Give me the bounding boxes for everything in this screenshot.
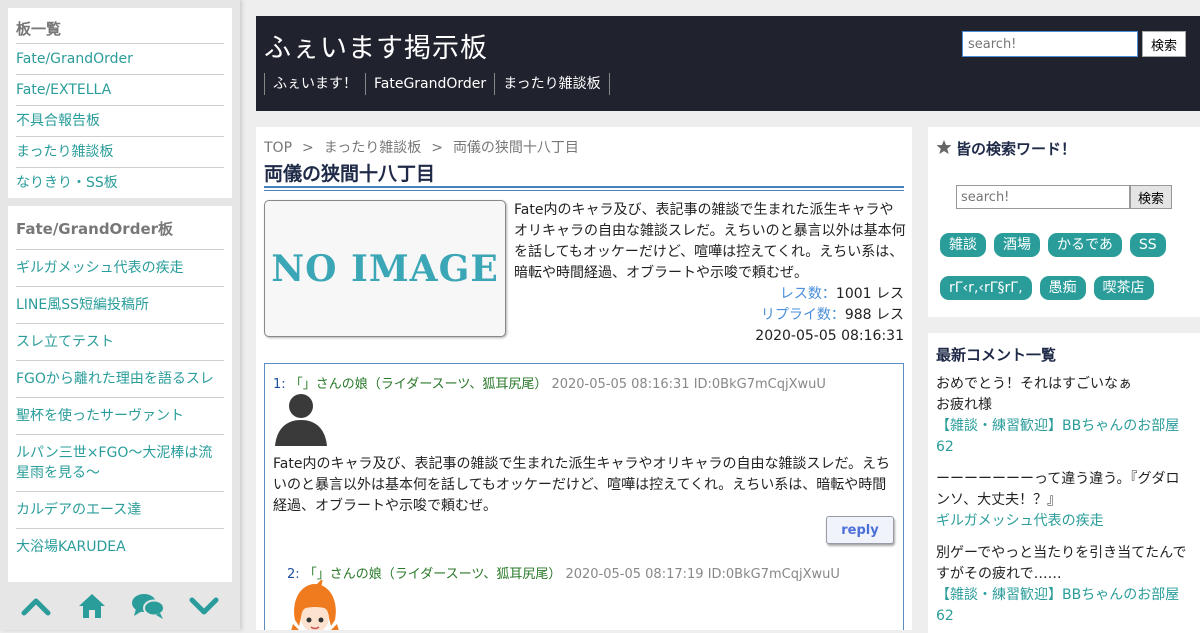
- thread-thumbnail: NO IMAGE: [264, 200, 506, 337]
- breadcrumb-separator: >: [302, 140, 314, 156]
- nav-link-famous[interactable]: ふぇいます！: [264, 73, 365, 95]
- board-item-chat[interactable]: まったり雑談板: [16, 136, 224, 167]
- chevron-down-icon[interactable]: [184, 586, 224, 626]
- thread-description: Fate内のキャラ及び、表記事の雑談で生まれた派生キャラやオリキャラの自由な雑談…: [514, 202, 906, 281]
- search-tags: 雑談 酒場 かるであ SS rΓ‹r‚‹rΓ§rΓ‚ 愚痴 喫茶店: [940, 233, 1192, 319]
- post-id: ID:0BkG7mCqjXwuU: [693, 377, 826, 392]
- header-search-button[interactable]: 検索: [1142, 31, 1186, 57]
- comment-item: おめでとう！それはすごいなぁ お疲れ様 【雑談・練習歓迎】BBちゃんのお部屋62: [928, 374, 1200, 458]
- thread-date: 2020-05-05 08:16:31: [755, 328, 904, 344]
- search-tag[interactable]: かるであ: [1048, 233, 1122, 257]
- search-tag[interactable]: rΓ‹r‚‹rΓ§rΓ‚: [940, 276, 1032, 300]
- chevron-up-icon[interactable]: [16, 586, 56, 626]
- star-icon: [936, 139, 952, 159]
- latest-comments-panel: 最新コメント一覧 おめでとう！それはすごいなぁ お疲れ様 【雑談・練習歓迎】BB…: [928, 333, 1200, 633]
- res-count-label: レス数：: [779, 286, 836, 302]
- words-search-input[interactable]: [956, 185, 1130, 209]
- post-header: 1: 「」さんの娘（ライダースーツ、狐耳尻尾） 2020-05-05 08:16…: [273, 373, 826, 392]
- words-search-button[interactable]: 検索: [1130, 185, 1172, 209]
- thread-item[interactable]: カルデアのエース達: [16, 491, 224, 528]
- search-words-title-row: 皆の検索ワード！: [936, 127, 1192, 159]
- thread-meta: レス数：1001 レス リプライ数：988 レス 2020-05-05 08:1…: [755, 284, 904, 347]
- main-content: TOP > まったり雑談板 > 両儀の狭間十八丁目 両儀の狭間十八丁目 NO IMAGE…: [256, 127, 912, 630]
- search-words-panel: 皆の検索ワード！ 検索 雑談 酒場 かるであ SS rΓ‹r‚‹rΓ§rΓ‚ 愚…: [928, 127, 1200, 317]
- header-nav: ふぇいます！ FateGrandOrder まったり雑談板: [264, 73, 610, 95]
- comment-thread-link[interactable]: 【雑談・練習歓迎】BBちゃんのお部屋62: [936, 585, 1192, 627]
- comment-thread-link[interactable]: ギルガメッシュ代表の疾走: [936, 511, 1192, 532]
- post-body: Fate内のキャラ及び、表記事の雑談で生まれた派生キャラやオリキャラの自由な雑談…: [273, 456, 891, 514]
- breadcrumb-board[interactable]: まったり雑談板: [324, 140, 421, 156]
- res-count-value: 1001 レス: [835, 286, 904, 302]
- thread-title: 両儀の狭間十八丁目: [264, 163, 436, 185]
- default-avatar-icon: [273, 390, 331, 446]
- search-tag[interactable]: 酒場: [994, 233, 1040, 257]
- board-item-roleplay-ss[interactable]: なりきり・SS板: [16, 167, 224, 198]
- post-header: 2: 「」さんの娘（ライダースーツ、狐耳尻尾） 2020-05-05 08:17…: [287, 563, 840, 582]
- breadcrumb-separator: >: [431, 140, 443, 156]
- thread-item[interactable]: ルパン三世×FGO～大泥棒は流星雨を見る～: [16, 434, 224, 491]
- breadcrumb: TOP > まったり雑談板 > 両儀の狭間十八丁目: [264, 137, 579, 157]
- thread-item[interactable]: 大浴場KARUDEA: [16, 528, 224, 565]
- search-tag[interactable]: 愚痴: [1039, 276, 1086, 300]
- words-search: 検索: [956, 185, 1172, 209]
- nav-link-chat[interactable]: まったり雑談板: [494, 73, 610, 95]
- comment-text: おめでとう！それはすごいなぁ お疲れ様: [936, 376, 1132, 413]
- comment-item: 別ゲーでやっと当たりを引き当てたんですがその疲れで…… 【雑談・練習歓迎】BBち…: [928, 543, 1200, 627]
- reply-count-label: リプライ数：: [760, 307, 845, 323]
- comment-item: ーーーーーーーって違う違う。『グダロンソ、大丈夫！？』 ギルガメッシュ代表の疾走: [928, 469, 1200, 532]
- reply-button[interactable]: reply: [826, 516, 894, 544]
- boards-list: Fate/GrandOrder Fate/EXTELLA 不具合報告板 まったり…: [8, 43, 232, 198]
- threads-title: Fate/GrandOrder板: [16, 220, 174, 238]
- nav-link-fgo[interactable]: FateGrandOrder: [365, 73, 494, 95]
- character-avatar-icon: [287, 578, 343, 630]
- posts-container: 1: 「」さんの娘（ライダースーツ、狐耳尻尾） 2020-05-05 08:16…: [264, 363, 904, 630]
- comment-thread-link[interactable]: 【雑談・練習歓迎】BBちゃんのお部屋62: [936, 416, 1192, 458]
- board-item-fgo[interactable]: Fate/GrandOrder: [16, 43, 224, 74]
- comment-text: ーーーーーーーって違う違う。『グダロンソ、大丈夫！？』: [936, 471, 1180, 508]
- thread-item[interactable]: LINE風SS短編投稿所: [16, 286, 224, 323]
- post-date: 2020-05-05 08:16:31: [551, 377, 690, 392]
- bottom-toolbar: [0, 582, 240, 630]
- breadcrumb-top[interactable]: TOP: [264, 140, 292, 156]
- right-sidebar: 皆の検索ワード！ 検索 雑談 酒場 かるであ SS rΓ‹r‚‹rΓ§rΓ‚ 愚…: [928, 127, 1200, 633]
- threads-panel: Fate/GrandOrder板 ギルガメッシュ代表の疾走 LINE風SS短編投…: [8, 206, 232, 582]
- reply-count-value: 988 レス: [844, 307, 904, 323]
- thread-item[interactable]: スレ立てテスト: [16, 323, 224, 360]
- breadcrumb-thread: 両儀の狭間十八丁目: [452, 140, 579, 156]
- post-id: ID:0BkG7mCqjXwuU: [707, 567, 840, 582]
- home-icon[interactable]: [72, 586, 112, 626]
- comment-text: 別ゲーでやっと当たりを引き当てたんですがその疲れで……: [936, 545, 1187, 582]
- header-search-input[interactable]: [962, 31, 1138, 57]
- post-date: 2020-05-05 08:17:19: [565, 567, 704, 582]
- thread-item[interactable]: 聖杯を使ったサーヴァント: [16, 397, 224, 434]
- boards-panel: 板一覧 Fate/GrandOrder Fate/EXTELLA 不具合報告板 …: [8, 8, 232, 198]
- threads-list: ギルガメッシュ代表の疾走 LINE風SS短編投稿所 スレ立てテスト FGOから離…: [8, 249, 232, 565]
- comments-icon[interactable]: [128, 586, 168, 626]
- latest-comments-title: 最新コメント一覧: [936, 346, 1057, 364]
- header-search: 検索: [962, 31, 1186, 57]
- board-item-bug-report[interactable]: 不具合報告板: [16, 105, 224, 136]
- search-tag[interactable]: SS: [1129, 233, 1166, 257]
- title-divider: [264, 186, 904, 191]
- thread-item[interactable]: FGOから離れた理由を語るスレ: [16, 360, 224, 397]
- boards-title: 板一覧: [16, 20, 62, 38]
- site-header: ふぇいます掲示板 ふぇいます！ FateGrandOrder まったり雑談板 検…: [256, 16, 1200, 111]
- thread-item[interactable]: ギルガメッシュ代表の疾走: [16, 249, 224, 286]
- left-sidebar: 板一覧 Fate/GrandOrder Fate/EXTELLA 不具合報告板 …: [0, 0, 240, 630]
- search-words-title: 皆の検索ワード！: [956, 140, 1077, 158]
- site-title[interactable]: ふぇいます掲示板: [264, 26, 488, 65]
- search-tag[interactable]: 喫茶店: [1093, 276, 1154, 300]
- search-tag[interactable]: 雑談: [940, 233, 986, 257]
- board-item-extella[interactable]: Fate/EXTELLA: [16, 74, 224, 105]
